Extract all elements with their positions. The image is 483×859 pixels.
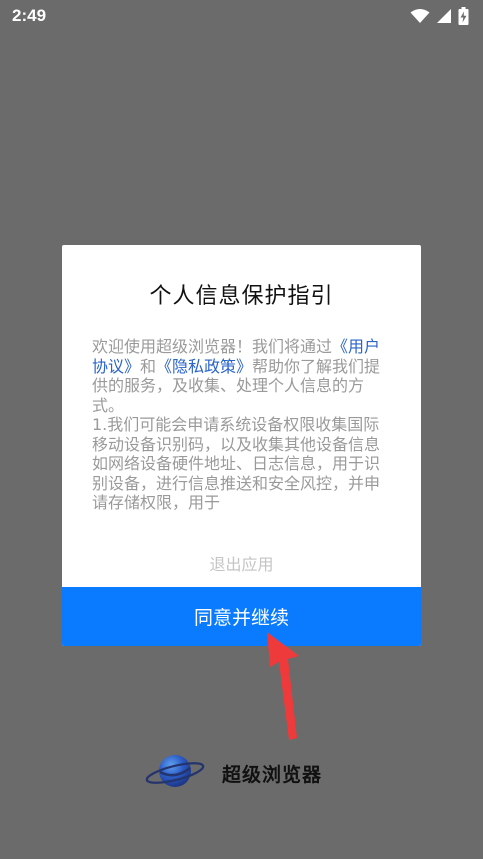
permission-paragraph: 1.我们可能会申请系统设备权限收集国际移动设备识别码，以及收集其他设备信息如网络…	[92, 415, 381, 512]
signal-icon	[436, 8, 452, 24]
planet-icon	[144, 750, 206, 796]
status-bar: 2:49	[0, 0, 483, 32]
dialog-title: 个人信息保护指引	[149, 284, 334, 309]
brand: 超级浏览器	[144, 752, 322, 794]
privacy-dialog: 个人信息保护指引 欢迎使用超级浏览器！我们将通过《用户协议》和《隐私政策》帮助你…	[62, 245, 421, 646]
intro-paragraph: 欢迎使用超级浏览器！我们将通过《用户协议》和《隐私政策》帮助你了解我们提供的服务…	[92, 337, 394, 415]
agree-continue-button[interactable]: 同意并继续	[62, 587, 421, 646]
intro-middle: 和	[140, 356, 157, 376]
brand-name: 超级浏览器	[222, 763, 323, 786]
exit-app-button[interactable]: 退出应用	[62, 545, 421, 581]
privacy-policy-link[interactable]: 《隐私政策》	[156, 357, 252, 376]
intro-prefix: 欢迎使用超级浏览器！我们将通过	[92, 337, 333, 356]
status-icons	[410, 7, 469, 25]
dialog-body: 欢迎使用超级浏览器！我们将通过《用户协议》和《隐私政策》帮助你了解我们提供的服务…	[92, 337, 394, 532]
wifi-icon	[410, 8, 430, 24]
pointer-arrow-icon	[267, 632, 299, 740]
battery-charging-icon	[458, 7, 469, 25]
status-time: 2:49	[12, 6, 47, 25]
